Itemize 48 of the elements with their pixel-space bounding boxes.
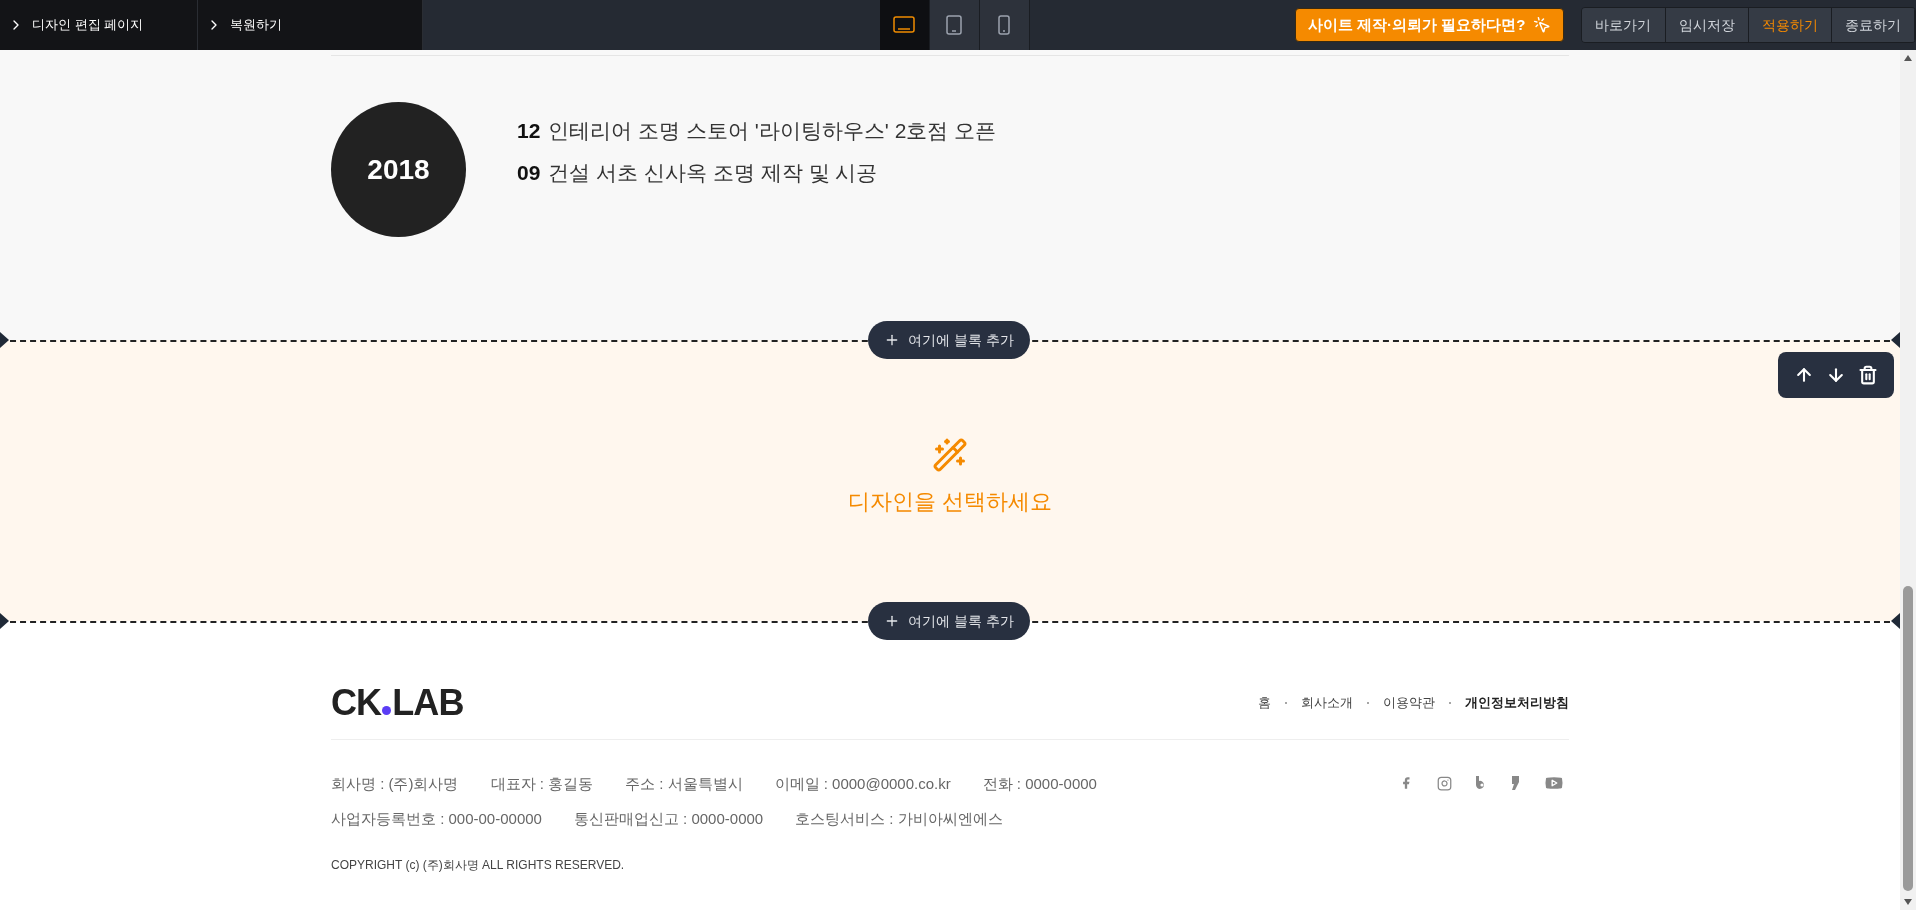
device-tab[interactable] (879, 0, 930, 50)
toolbar-button[interactable]: 바로가기 (1582, 8, 1666, 42)
handle-icon[interactable] (0, 613, 10, 629)
plus-icon (884, 332, 900, 348)
plus-icon (884, 613, 900, 629)
toolbar-button[interactable]: 종료하기 (1831, 8, 1915, 42)
scroll-up-icon[interactable] (1904, 55, 1912, 61)
comma-icon[interactable] (1511, 776, 1519, 790)
entry-month: 09 (517, 159, 541, 186)
company-info-text: 이메일 : 0000@0000.co.kr (774, 774, 951, 794)
copyright-text: COPYRIGHT (c) (주)회사명 ALL RIGHTS RESERVED. (331, 857, 626, 874)
company-info-text: 전화 : 0000-0000 (982, 774, 1097, 794)
magic-wand-icon (932, 437, 968, 473)
move-down-icon[interactable] (1826, 365, 1846, 385)
entry-month: 12 (517, 118, 541, 144)
toolbar-button[interactable]: 적용하기 (1748, 8, 1832, 42)
move-up-icon[interactable] (1794, 365, 1814, 385)
device-tab[interactable] (929, 0, 980, 50)
footer-link[interactable]: 회사소개 (1301, 693, 1353, 713)
scroll-down-icon[interactable] (1904, 899, 1912, 905)
breadcrumb-link[interactable]: 복원하기 (198, 0, 423, 50)
toolbar-button[interactable]: 임시저장 (1665, 8, 1749, 42)
laptop-icon (893, 16, 916, 34)
sparkle-cursor-icon (1533, 16, 1552, 34)
device-tab[interactable] (979, 0, 1030, 50)
company-info-text: 주소 : 서울특별시 (625, 774, 743, 794)
entry-text: 건설 서초 신사옥 조명 제작 및 시공 (548, 159, 878, 186)
footer-link[interactable]: 이용약관 (1383, 693, 1435, 713)
breadcrumb-link[interactable]: 디자인 편집 페이지 (0, 0, 199, 50)
company-info-text: 호스팅서비스 : 가비아씨엔에스 (795, 808, 1003, 829)
logo: CK LAB (331, 685, 464, 721)
footer-link[interactable]: 홈 (1258, 693, 1271, 713)
phone-icon (998, 15, 1011, 35)
footer-link[interactable]: 개인정보처리방침 (1465, 693, 1569, 713)
scrollbar-thumb[interactable] (1903, 586, 1913, 891)
company-info-text: 회사명 : (주)회사명 (331, 774, 459, 794)
company-info-text: 대표자 : 홍길동 (490, 774, 593, 794)
b-letter-icon[interactable] (1476, 776, 1487, 790)
add-block-button[interactable]: 여기에 블록 추가 (868, 602, 1030, 640)
handle-icon[interactable] (0, 332, 10, 348)
instagram-icon[interactable] (1437, 775, 1452, 791)
company-info-text: 통신판매업신고 : 0000-0000 (573, 808, 764, 829)
tablet-icon (946, 15, 963, 35)
entry-text: 인테리어 조명 스토어 '라이팅하우스' 2호점 오픈 (548, 118, 997, 144)
scrollbar[interactable] (1900, 50, 1916, 910)
company-info-text: 사업자등록번호 : 000-00-00000 (331, 808, 542, 829)
delete-icon[interactable] (1858, 365, 1878, 385)
add-block-button[interactable]: 여기에 블록 추가 (868, 321, 1030, 359)
